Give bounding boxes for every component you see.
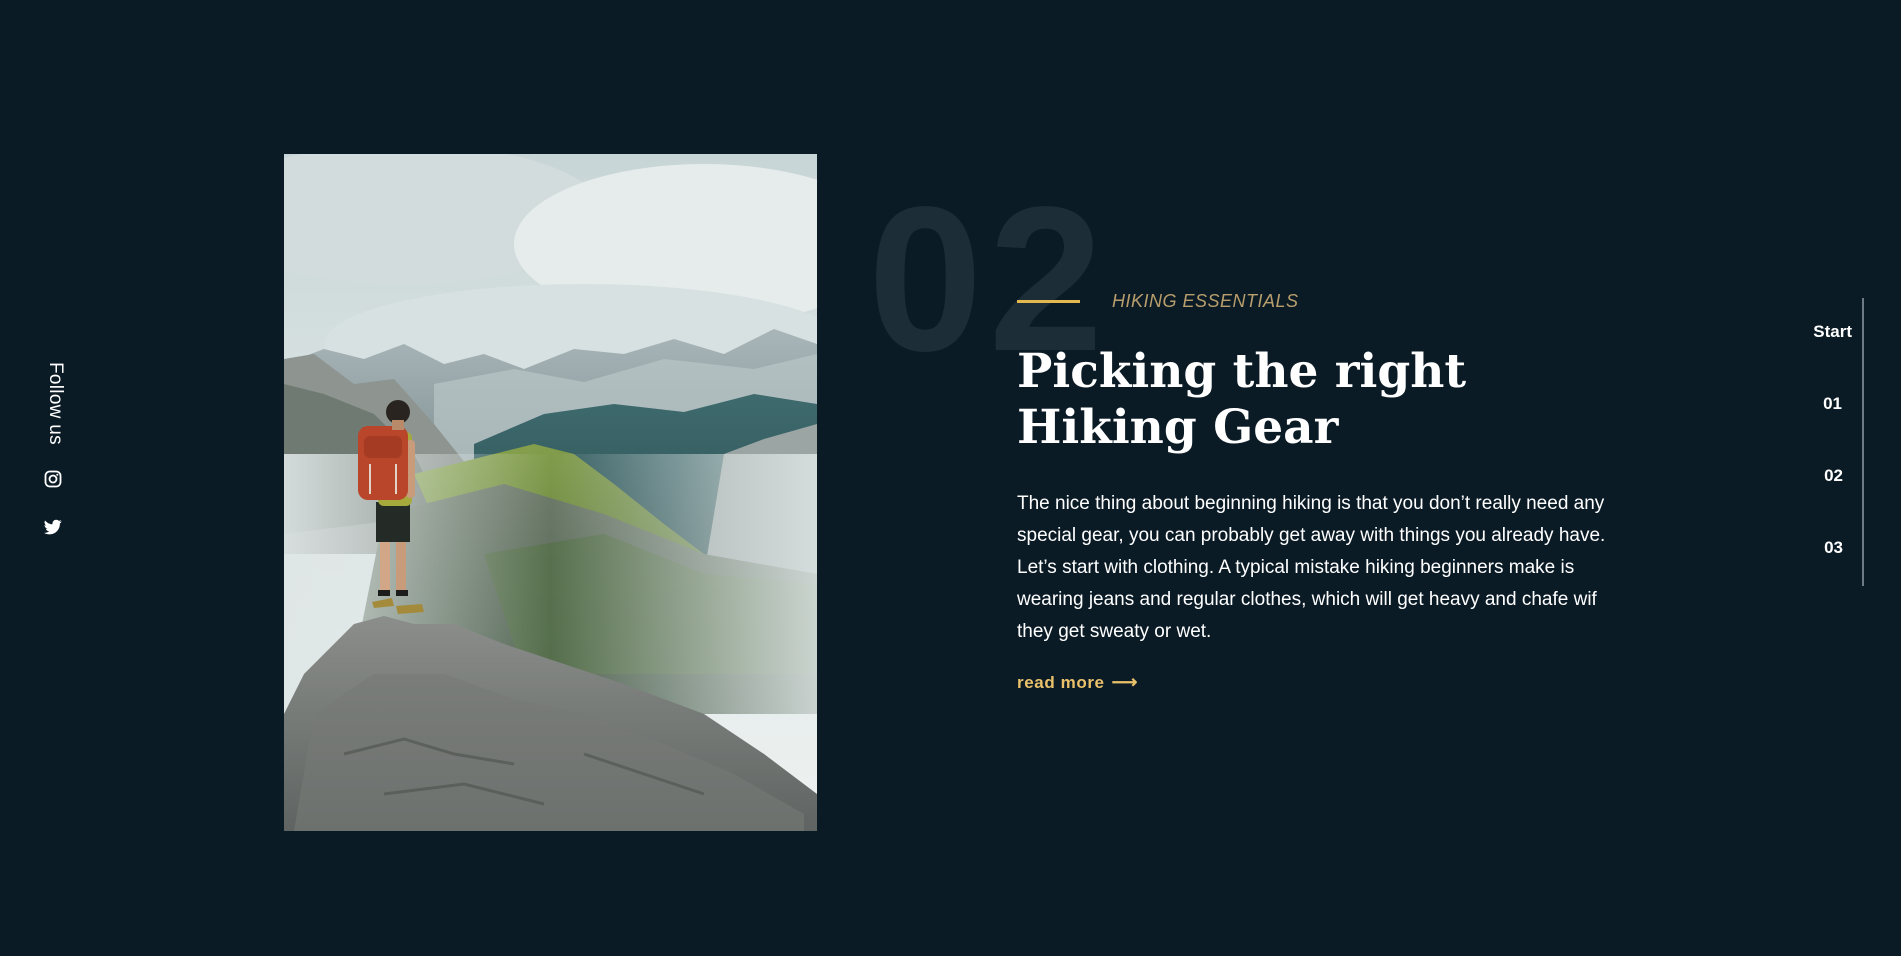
- eyebrow-accent-line: [1017, 299, 1080, 303]
- eyebrow-text: HIKING ESSENTIALS: [1112, 290, 1299, 311]
- slide-nav-rail: [1862, 298, 1864, 586]
- instagram-icon[interactable]: [44, 470, 62, 488]
- read-more-link[interactable]: read more ⟶: [1017, 672, 1138, 693]
- follow-label-wrap: Follow us: [44, 362, 66, 446]
- arrow-right-icon: ⟶: [1111, 672, 1139, 692]
- slide-nav: Start 01 02 03: [1790, 298, 1864, 586]
- eyebrow: HIKING ESSENTIALS: [1017, 288, 1299, 314]
- read-more-label: read more: [1017, 672, 1105, 692]
- social-follow-rail: Follow us: [40, 362, 66, 542]
- article-title-line-1: Picking the right: [1017, 344, 1467, 399]
- page: Follow us 02 HIKING ESSENTIALS Picking t…: [0, 0, 1901, 956]
- hero-photo: [284, 154, 817, 831]
- twitter-icon[interactable]: [43, 518, 62, 536]
- follow-us-label: Follow us: [45, 362, 66, 445]
- slide-nav-item-start[interactable]: Start: [1813, 322, 1852, 342]
- article-title-line-2: Hiking Gear: [1017, 400, 1339, 455]
- article-body: The nice thing about beginning hiking is…: [1017, 493, 1606, 642]
- article-title: Picking the right Hiking Gear: [1017, 344, 1537, 456]
- slide-nav-item-03[interactable]: 03: [1824, 538, 1843, 558]
- slide-nav-item-01[interactable]: 01: [1823, 394, 1842, 414]
- hiker-on-mountain-ridge-image: [284, 154, 817, 831]
- slide-nav-item-02[interactable]: 02: [1824, 466, 1843, 486]
